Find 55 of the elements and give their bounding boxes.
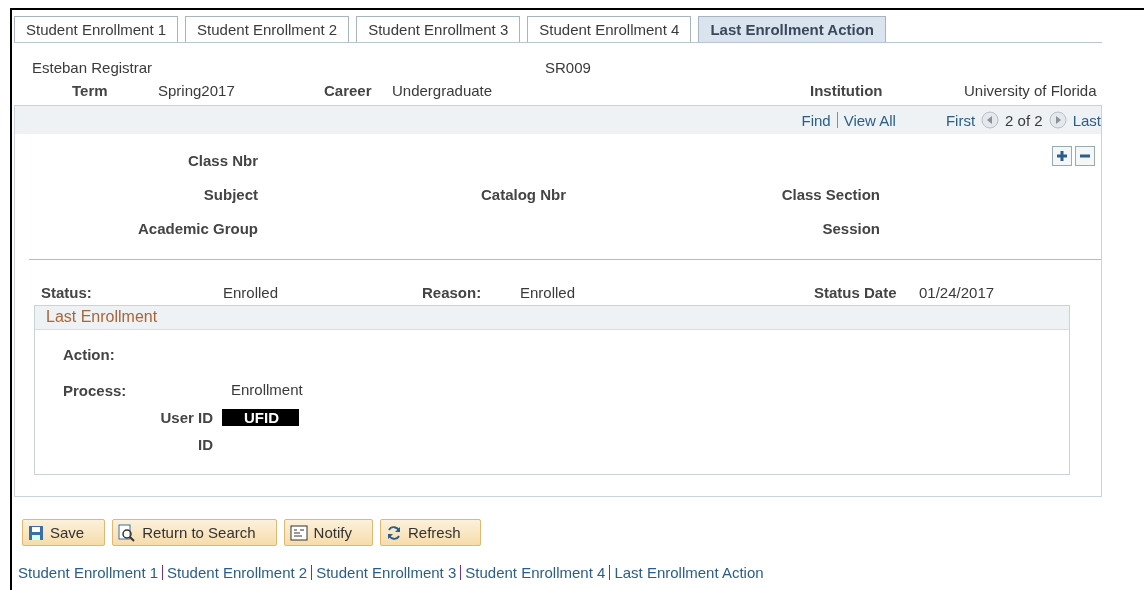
field-value: University of Florida (964, 82, 1098, 99)
field-value: SR009 (545, 59, 592, 76)
refresh-button[interactable]: Refresh (379, 519, 482, 546)
field-label: Academic Group (136, 220, 258, 237)
field-label: Process: (63, 382, 128, 399)
field-value: Spring2017 (158, 82, 236, 99)
previous-icon[interactable] (981, 111, 1000, 129)
field-label: User ID (159, 409, 213, 426)
field-label: Class Section (780, 186, 880, 203)
field-label: Session (821, 220, 880, 237)
next-icon[interactable] (1048, 111, 1067, 129)
field-label: Catalog Nbr (480, 186, 566, 203)
field-value: Enrolled (223, 284, 280, 301)
field-label: ID (197, 436, 213, 453)
field-label: Institution (810, 82, 884, 99)
page-link[interactable]: Student Enrollment 1 (18, 564, 159, 581)
search-icon (118, 523, 137, 542)
tab[interactable]: Student Enrollment 2 (185, 16, 350, 42)
page-link[interactable]: Student Enrollment 4 (465, 564, 606, 581)
field-label: Status Date (814, 284, 898, 301)
tab[interactable]: Student Enrollment 4 (527, 16, 692, 42)
refresh-icon (385, 524, 402, 541)
field-label: Class Nbr (186, 152, 258, 169)
group-title: Last Enrollment (35, 306, 1069, 330)
view-all-link[interactable]: View All (843, 111, 896, 129)
field-value: Esteban Registrar (32, 59, 154, 76)
field-label: Career (324, 82, 373, 99)
field-value: Enrollment (231, 381, 303, 398)
save-icon (28, 524, 44, 541)
field-value: Enrolled (520, 284, 577, 301)
field-label: Reason: (422, 284, 483, 301)
page-link[interactable]: Student Enrollment 3 (316, 564, 457, 581)
page-link[interactable]: Last Enrollment Action (614, 564, 764, 581)
plus-icon (1056, 150, 1068, 162)
field-label: Subject (202, 186, 258, 203)
notify-button[interactable]: Notify (283, 519, 373, 546)
search-button[interactable]: Return to Search (112, 519, 277, 546)
field-label: Term (72, 82, 109, 99)
field-value: Undergraduate (392, 82, 494, 99)
field-value: 01/24/2017 (919, 284, 996, 301)
page-link[interactable]: Student Enrollment 2 (167, 564, 308, 581)
tab[interactable]: Last Enrollment Action (698, 16, 886, 42)
redacted-value: UFID (222, 409, 299, 426)
add-row-button[interactable] (1052, 146, 1072, 166)
tab[interactable]: Student Enrollment 3 (356, 16, 521, 42)
page-position: 2 of 2 (1005, 111, 1043, 129)
find-link[interactable]: Find (801, 111, 831, 129)
first-link[interactable]: First (945, 111, 976, 129)
field-label: Action: (63, 346, 116, 363)
field-label: Status: (41, 284, 93, 301)
notepad-icon (289, 524, 308, 541)
save-button[interactable]: Save (22, 519, 106, 546)
last-link[interactable]: Last (1072, 111, 1101, 129)
delete-row-button[interactable] (1075, 146, 1095, 166)
tab[interactable]: Student Enrollment 1 (14, 16, 179, 42)
